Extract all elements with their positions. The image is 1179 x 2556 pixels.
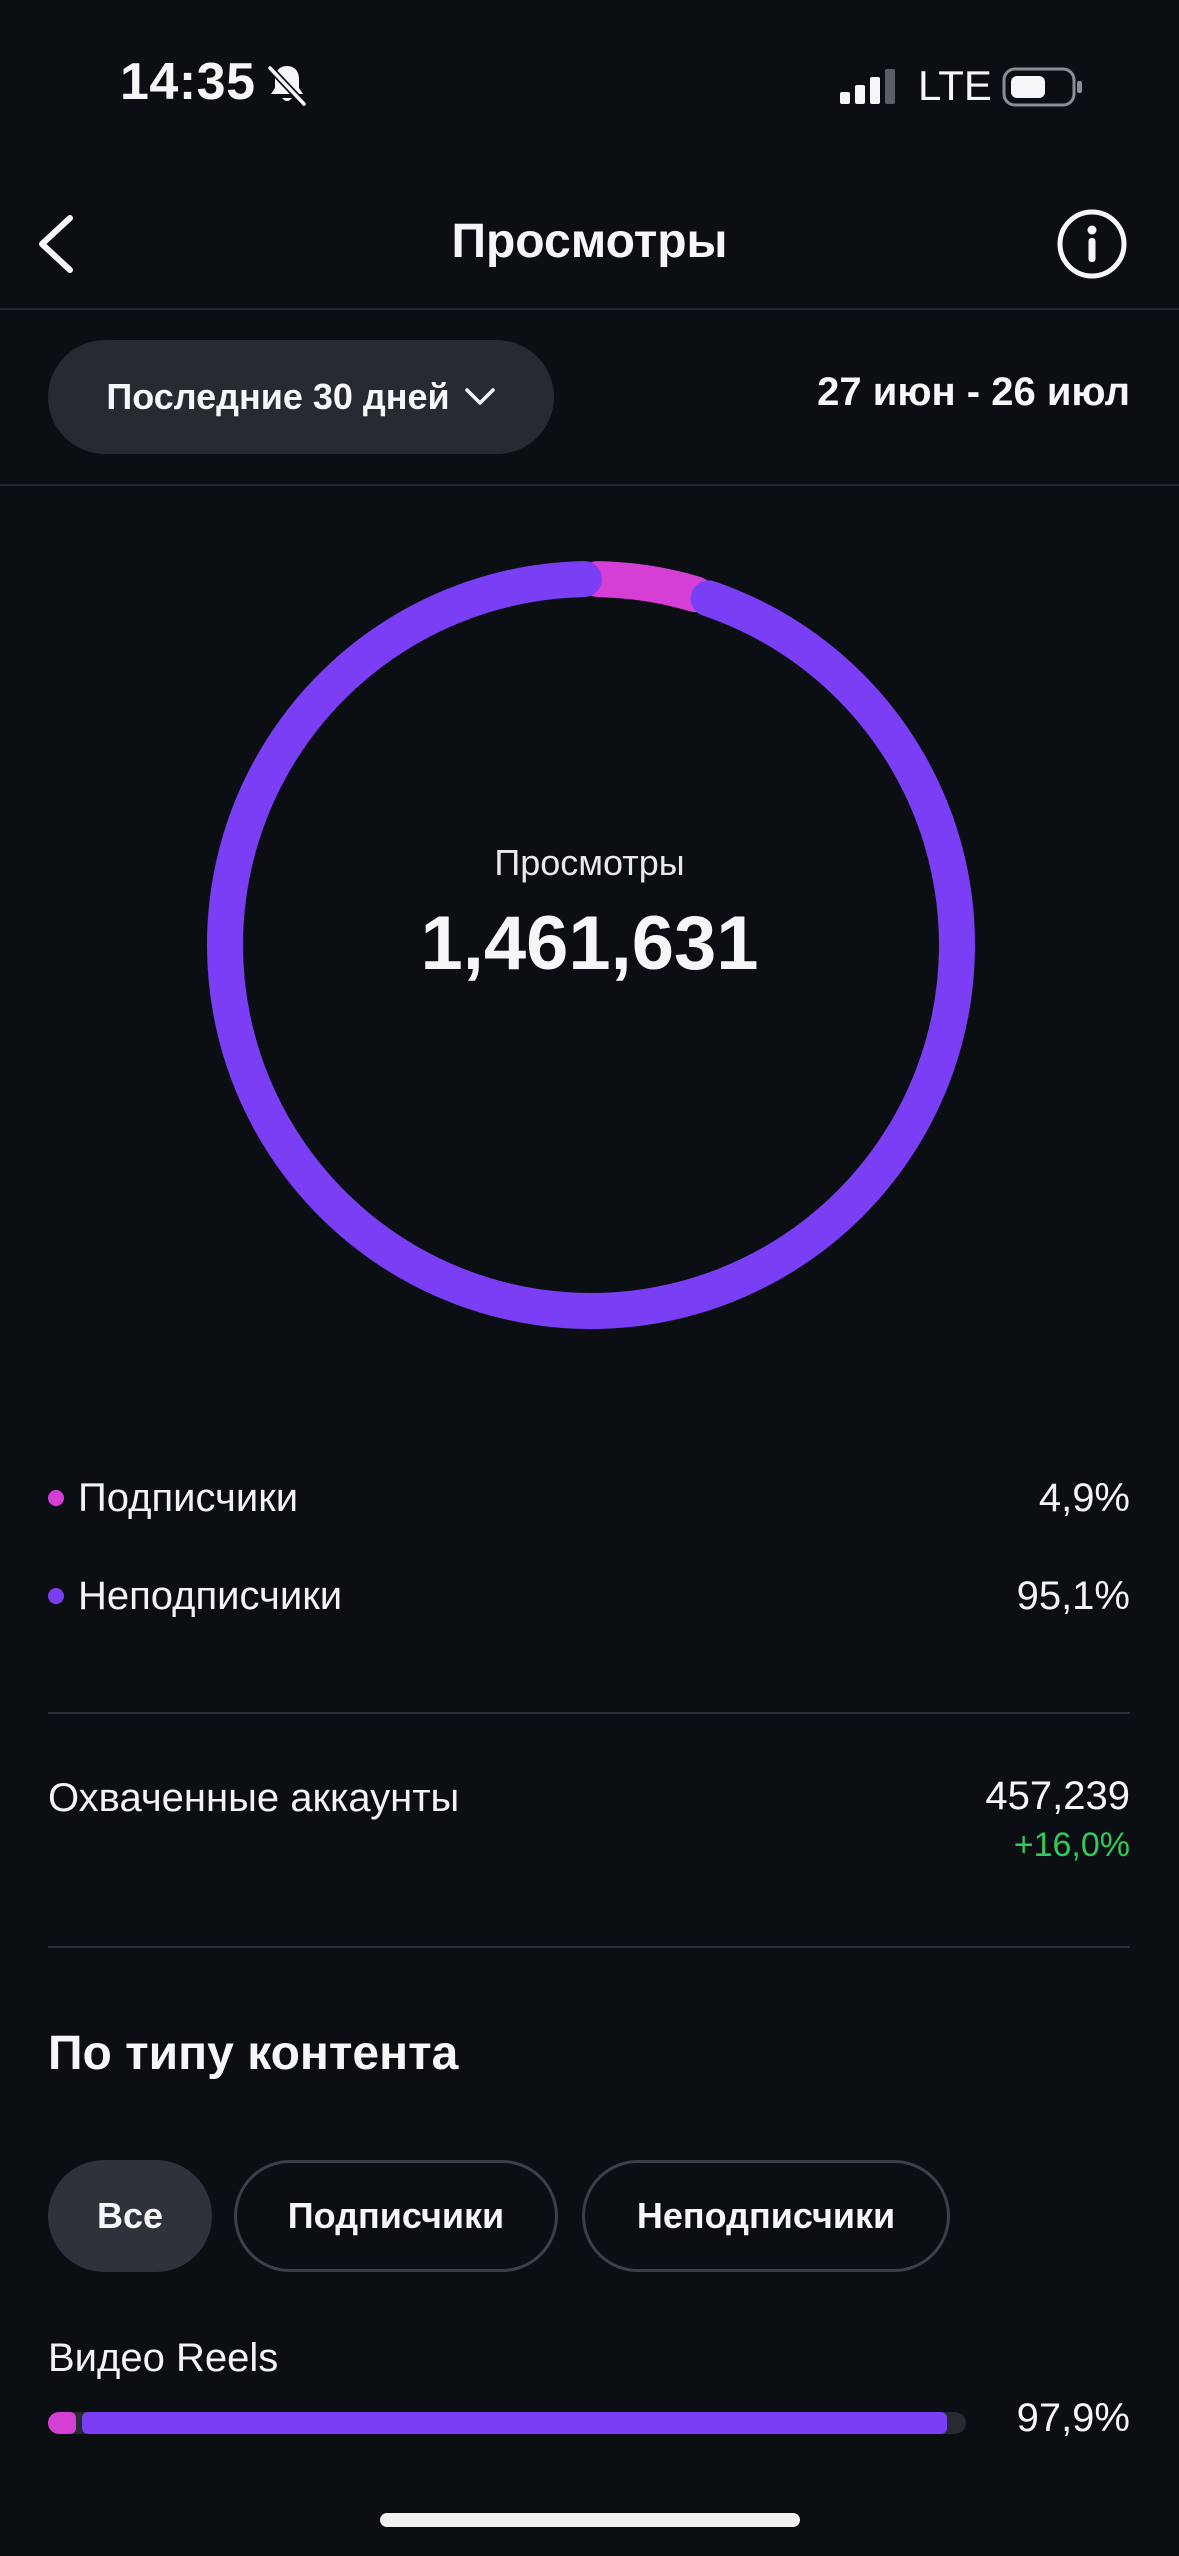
donut-slice-followers — [580, 561, 714, 613]
tab-label: Подписчики — [287, 2195, 505, 2236]
status-time: 14:35 — [120, 53, 256, 111]
info-icon[interactable] — [1054, 206, 1130, 282]
legend-label: Неподписчики — [78, 1573, 343, 1618]
filter-divider — [0, 484, 1179, 486]
header-divider — [0, 308, 1179, 310]
page-title: Просмотры — [451, 215, 728, 268]
content-bar-non-followers — [82, 2412, 947, 2434]
content-row-label: Видео Reels — [48, 2336, 279, 2380]
network-type: LTE — [918, 62, 992, 109]
section-divider — [48, 1712, 1130, 1714]
followers-dot-icon — [48, 1490, 64, 1506]
date-range-dropdown[interactable]: Последние 30 дней — [48, 340, 554, 454]
reach-value: 457,239 — [985, 1774, 1130, 1818]
legend-label: Подписчики — [78, 1475, 299, 1520]
donut-center-value: 1,461,631 — [420, 901, 759, 986]
date-range-dropdown-label: Последние 30 дней — [106, 376, 450, 417]
battery-icon — [1002, 67, 1082, 107]
chevron-down-icon — [464, 388, 495, 405]
tab-non-followers[interactable]: Неподписчики — [582, 2160, 950, 2272]
signal-icon — [840, 69, 895, 104]
home-indicator — [380, 2513, 800, 2527]
reach-change-badge: +16,0% — [1013, 1826, 1130, 1864]
legend-value: 4,9% — [1038, 1475, 1130, 1520]
legend-row-followers: Подписчики 4,9% — [48, 1468, 1130, 1528]
reach-label: Охваченные аккаунты — [48, 1776, 460, 1820]
content-bar-followers — [48, 2412, 76, 2434]
content-type-title: По типу контента — [48, 2027, 459, 2080]
tab-all[interactable]: Все — [48, 2160, 212, 2272]
non-followers-dot-icon — [48, 1588, 64, 1604]
tab-followers[interactable]: Подписчики — [234, 2160, 558, 2272]
tab-label: Все — [96, 2195, 164, 2236]
donut-center-label: Просмотры — [494, 842, 685, 883]
legend-row-non-followers: Неподписчики 95,1% — [48, 1566, 1130, 1626]
section-divider — [48, 1946, 1130, 1948]
tab-label: Неподписчики — [636, 2195, 896, 2236]
content-row-value: 97,9% — [1016, 2396, 1130, 2440]
content-row-bar — [48, 2412, 966, 2434]
legend-value: 95,1% — [1016, 1573, 1130, 1618]
date-range-text: 27 июн - 26 июл — [817, 370, 1130, 414]
bell-slash-icon — [267, 65, 307, 107]
